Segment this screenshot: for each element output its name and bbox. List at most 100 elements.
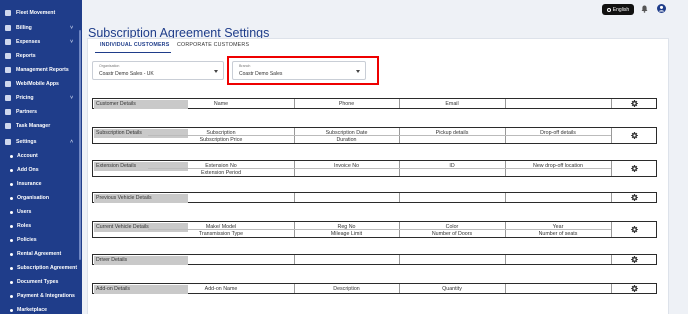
section-driver-details: Driver Details <box>92 254 657 265</box>
column-divider <box>505 99 506 108</box>
field-cell[interactable] <box>505 136 611 144</box>
gear-icon[interactable] <box>631 285 638 292</box>
field-cell[interactable]: Extension Period <box>148 169 294 177</box>
sidebar-item-partners[interactable]: Partners <box>0 106 82 118</box>
chevron-down-icon: ˅ <box>70 25 73 31</box>
field-cell[interactable] <box>505 256 611 264</box>
user-avatar-icon[interactable] <box>657 4 666 13</box>
bell-icon[interactable] <box>641 5 648 13</box>
bullet-icon <box>10 280 13 284</box>
sidebar-item-label: Policies <box>17 237 37 243</box>
menu-icon <box>5 81 11 87</box>
sidebar-item-reports[interactable]: Reports <box>0 50 82 62</box>
field-cell[interactable] <box>505 194 611 202</box>
field-cell[interactable] <box>294 169 399 177</box>
sidebar-item-organisation[interactable]: Organisation <box>0 192 82 204</box>
field-cell[interactable] <box>399 256 505 264</box>
sidebar-item-insurance[interactable]: Insurance <box>0 178 82 190</box>
sidebar-item-settings[interactable]: Settings ˄ <box>0 136 82 148</box>
sidebar-item-billing[interactable]: Billing ˅ <box>0 22 82 34</box>
field-cell[interactable]: Email <box>399 100 505 108</box>
sidebar-item-management-reports[interactable]: Management Reports <box>0 64 82 76</box>
section-current-vehicle-details: Current Vehicle Details Make/ Model Reg No… <box>92 221 657 238</box>
field-cell[interactable]: Transmission Type <box>148 230 294 238</box>
row-divider <box>148 229 611 230</box>
field-cell[interactable]: Number of Doors <box>399 230 505 238</box>
column-divider <box>294 193 295 202</box>
gear-icon[interactable] <box>631 132 638 139</box>
row-divider <box>148 135 611 136</box>
sidebar-item-roles[interactable]: Roles <box>0 220 82 232</box>
sidebar-item-payment-integrations[interactable]: Payment & Integrations <box>0 290 82 302</box>
active-tab-indicator <box>95 52 171 53</box>
field-cell[interactable]: Subscription Price <box>148 136 294 144</box>
bullet-icon <box>10 266 13 270</box>
field-cell[interactable]: Quantity <box>399 285 505 293</box>
sidebar-item-subscription-agreement[interactable]: Subscription Agreement <box>0 262 82 274</box>
sidebar-item-users[interactable]: Users <box>0 206 82 218</box>
chevron-up-icon: ˄ <box>70 139 73 145</box>
sidebar-item-label: Account <box>17 153 38 159</box>
sidebar-item-document-types[interactable]: Document Types <box>0 276 82 288</box>
globe-icon <box>606 7 611 12</box>
sidebar: Fleet Movement Billing ˅ Expenses ˅ Reports Ma… <box>0 0 82 314</box>
bullet-icon <box>10 154 13 158</box>
gear-icon[interactable] <box>631 256 638 263</box>
tab-corporate-customers[interactable]: CORPORATE CUSTOMERS <box>177 42 249 48</box>
sidebar-item-expenses[interactable]: Expenses ˅ <box>0 36 82 48</box>
section-add-on-details: Add-on Details Add-on Name Description Quan… <box>92 283 657 294</box>
field-cell[interactable]: Description <box>294 285 399 293</box>
chevron-down-icon <box>214 70 218 73</box>
sidebar-item-label: Rental Agreement <box>17 251 62 257</box>
sidebar-item-marketplace[interactable]: Marketplace <box>0 304 82 314</box>
chevron-down-icon: ˅ <box>70 95 73 101</box>
bullet-icon <box>10 210 13 214</box>
column-divider <box>399 255 400 264</box>
field-cell[interactable]: Phone <box>294 100 399 108</box>
sidebar-item-label: Add Ons <box>17 167 39 173</box>
field-cell[interactable] <box>505 285 611 293</box>
bullet-icon <box>10 182 13 186</box>
field-cell[interactable]: Duration <box>294 136 399 144</box>
gear-icon[interactable] <box>631 100 638 107</box>
field-cell[interactable]: Mileage Limit <box>294 230 399 238</box>
field-cell[interactable] <box>399 194 505 202</box>
field-cell[interactable] <box>294 256 399 264</box>
menu-icon <box>5 39 11 45</box>
column-divider <box>399 99 400 108</box>
sidebar-item-web-mobile-apps[interactable]: Web/Mobile Apps <box>0 78 82 90</box>
branch-highlight-box <box>227 56 379 85</box>
sidebar-item-policies[interactable]: Policies <box>0 234 82 246</box>
field-cell[interactable]: Number of seats <box>505 230 611 238</box>
field-cell[interactable] <box>294 194 399 202</box>
field-cell[interactable] <box>505 169 611 177</box>
column-divider <box>294 99 295 108</box>
sidebar-item-account[interactable]: Account <box>0 150 82 162</box>
sidebar-item-task-manager[interactable]: Task Manager <box>0 120 82 132</box>
menu-icon <box>5 25 11 31</box>
sidebar-item-label: Document Types <box>17 279 59 285</box>
field-cell[interactable]: Name <box>148 100 294 108</box>
bullet-icon <box>10 308 13 312</box>
field-cell[interactable] <box>399 136 505 144</box>
gear-icon[interactable] <box>631 226 638 233</box>
menu-icon <box>5 139 11 145</box>
field-cell[interactable] <box>399 169 505 177</box>
sidebar-item-fleet-movement[interactable]: Fleet Movement <box>0 7 82 19</box>
gear-icon[interactable] <box>631 194 638 201</box>
sidebar-item-add-ons[interactable]: Add Ons <box>0 164 82 176</box>
field-cell[interactable] <box>148 194 294 202</box>
sidebar-item-label: Marketplace <box>17 307 47 313</box>
field-cell[interactable] <box>148 256 294 264</box>
organisation-label: Organisation <box>99 64 120 68</box>
field-cell[interactable] <box>505 100 611 108</box>
sidebar-item-pricing[interactable]: Pricing ˅ <box>0 92 82 104</box>
page-scrollbar[interactable] <box>680 0 688 314</box>
organisation-select[interactable]: Organisation Coastr Demo Sales - UK <box>92 61 224 80</box>
sidebar-item-rental-agreement[interactable]: Rental Agreement <box>0 248 82 260</box>
language-button[interactable]: English <box>602 4 634 15</box>
column-divider <box>294 284 295 293</box>
tab-individual-customers[interactable]: INDIVIDUAL CUSTOMERS <box>100 42 169 48</box>
gear-icon[interactable] <box>631 165 638 172</box>
field-cell[interactable]: Add-on Name <box>148 285 294 293</box>
